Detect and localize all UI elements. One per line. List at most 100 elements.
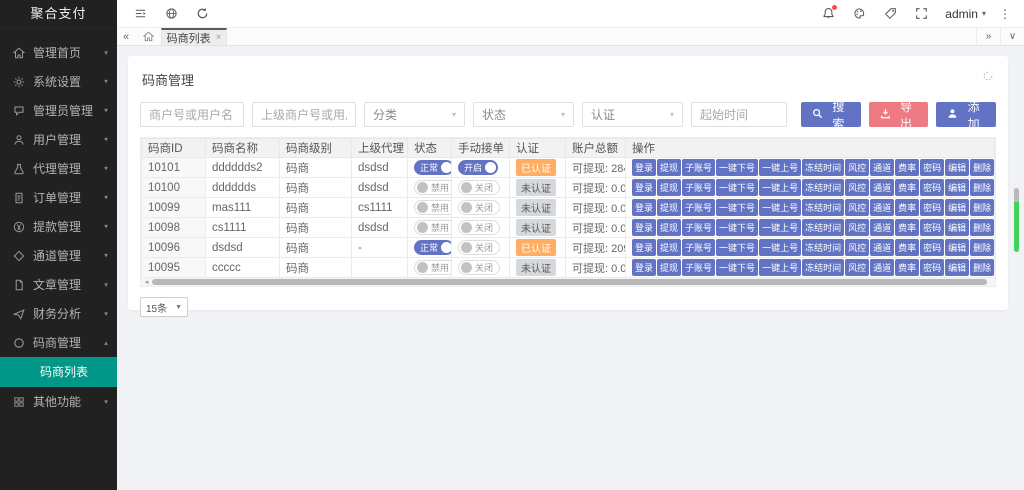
- status-toggle[interactable]: 禁用: [414, 200, 452, 215]
- sidebar-item[interactable]: 管理员管理▾: [0, 96, 117, 125]
- op-one-key-offline-button[interactable]: 一键下号: [716, 259, 758, 276]
- op-rate-button[interactable]: 费率: [895, 239, 919, 256]
- add-button[interactable]: 添加: [936, 102, 996, 127]
- op-edit-button[interactable]: 编辑: [945, 259, 969, 276]
- op-one-key-offline-button[interactable]: 一键下号: [716, 179, 758, 196]
- op-withdraw-button[interactable]: 提现: [657, 199, 681, 216]
- op-one-key-offline-button[interactable]: 一键下号: [716, 199, 758, 216]
- op-channel-button[interactable]: 通道: [870, 219, 894, 236]
- sidebar-item[interactable]: 提款管理▾: [0, 212, 117, 241]
- notification-bell-icon[interactable]: [813, 0, 844, 28]
- op-rate-button[interactable]: 费率: [895, 159, 919, 176]
- op-login-button[interactable]: 登录: [632, 159, 656, 176]
- tag-icon[interactable]: [875, 0, 906, 28]
- manual-order-toggle[interactable]: 关闭: [458, 220, 500, 235]
- tab-close-icon[interactable]: ×: [216, 32, 222, 43]
- status-toggle[interactable]: 禁用: [414, 220, 452, 235]
- op-withdraw-button[interactable]: 提现: [657, 179, 681, 196]
- user-menu[interactable]: admin ▾: [945, 7, 986, 21]
- horizontal-scrollbar-thumb[interactable]: [152, 279, 987, 285]
- op-edit-button[interactable]: 编辑: [945, 179, 969, 196]
- op-withdraw-button[interactable]: 提现: [657, 219, 681, 236]
- manual-order-toggle[interactable]: 关闭: [458, 260, 500, 275]
- vertical-scrollbar-thumb[interactable]: [1014, 202, 1019, 252]
- globe-icon[interactable]: [156, 0, 187, 28]
- auth-select[interactable]: 认证 ▾: [582, 102, 683, 127]
- theme-palette-icon[interactable]: [844, 0, 875, 28]
- page-size-select[interactable]: 15条 ▼: [140, 297, 188, 317]
- merchant-no-input[interactable]: [140, 102, 244, 127]
- sidebar-item[interactable]: 系统设置▾: [0, 67, 117, 96]
- category-select[interactable]: 分类 ▾: [364, 102, 465, 127]
- sidebar-item[interactable]: 文章管理▾: [0, 270, 117, 299]
- op-password-button[interactable]: 密码: [920, 159, 944, 176]
- op-withdraw-button[interactable]: 提现: [657, 239, 681, 256]
- sidebar-subitem-merchant-list[interactable]: 码商列表: [0, 357, 117, 387]
- op-risk-control-button[interactable]: 风控: [845, 199, 869, 216]
- op-one-key-offline-button[interactable]: 一键下号: [716, 239, 758, 256]
- op-one-key-offline-button[interactable]: 一键下号: [716, 159, 758, 176]
- op-password-button[interactable]: 密码: [920, 199, 944, 216]
- sidebar-item[interactable]: 代理管理▾: [0, 154, 117, 183]
- op-channel-button[interactable]: 通道: [870, 239, 894, 256]
- op-channel-button[interactable]: 通道: [870, 259, 894, 276]
- op-risk-control-button[interactable]: 风控: [845, 239, 869, 256]
- op-risk-control-button[interactable]: 风控: [845, 259, 869, 276]
- op-password-button[interactable]: 密码: [920, 179, 944, 196]
- op-edit-button[interactable]: 编辑: [945, 159, 969, 176]
- op-one-key-online-button[interactable]: 一键上号: [759, 239, 801, 256]
- op-risk-control-button[interactable]: 风控: [845, 159, 869, 176]
- op-one-key-online-button[interactable]: 一键上号: [759, 199, 801, 216]
- fullscreen-icon[interactable]: [906, 0, 937, 28]
- op-delete-button[interactable]: 删除: [970, 179, 994, 196]
- op-channel-button[interactable]: 通道: [870, 199, 894, 216]
- op-subaccount-button[interactable]: 子账号: [682, 259, 715, 276]
- tabs-menu-icon[interactable]: ∨: [1000, 28, 1024, 45]
- op-subaccount-button[interactable]: 子账号: [682, 199, 715, 216]
- op-risk-control-button[interactable]: 风控: [845, 179, 869, 196]
- sidebar-item[interactable]: 通道管理▾: [0, 241, 117, 270]
- home-tab-icon[interactable]: [135, 28, 161, 45]
- op-withdraw-button[interactable]: 提现: [657, 259, 681, 276]
- op-subaccount-button[interactable]: 子账号: [682, 179, 715, 196]
- op-rate-button[interactable]: 费率: [895, 259, 919, 276]
- op-password-button[interactable]: 密码: [920, 239, 944, 256]
- op-one-key-online-button[interactable]: 一键上号: [759, 219, 801, 236]
- more-vertical-icon[interactable]: ⋮: [994, 7, 1016, 21]
- op-password-button[interactable]: 密码: [920, 219, 944, 236]
- op-login-button[interactable]: 登录: [632, 199, 656, 216]
- op-freeze-time-button[interactable]: 冻结时间: [802, 159, 844, 176]
- op-rate-button[interactable]: 费率: [895, 199, 919, 216]
- export-button[interactable]: 导出: [869, 102, 929, 127]
- op-one-key-offline-button[interactable]: 一键下号: [716, 219, 758, 236]
- sidebar-item[interactable]: 管理首页▾: [0, 38, 117, 67]
- tab-active[interactable]: 码商列表 ×: [161, 28, 227, 45]
- op-delete-button[interactable]: 删除: [970, 199, 994, 216]
- op-freeze-time-button[interactable]: 冻结时间: [802, 259, 844, 276]
- op-freeze-time-button[interactable]: 冻结时间: [802, 179, 844, 196]
- op-risk-control-button[interactable]: 风控: [845, 219, 869, 236]
- op-withdraw-button[interactable]: 提现: [657, 159, 681, 176]
- parent-merchant-input[interactable]: [252, 102, 356, 127]
- op-freeze-time-button[interactable]: 冻结时间: [802, 239, 844, 256]
- sidebar-item[interactable]: 用户管理▾: [0, 125, 117, 154]
- op-delete-button[interactable]: 删除: [970, 159, 994, 176]
- op-rate-button[interactable]: 费率: [895, 219, 919, 236]
- op-channel-button[interactable]: 通道: [870, 179, 894, 196]
- tabs-scroll-left-icon[interactable]: «: [117, 28, 135, 45]
- op-subaccount-button[interactable]: 子账号: [682, 159, 715, 176]
- status-select[interactable]: 状态 ▾: [473, 102, 574, 127]
- manual-order-toggle[interactable]: 关闭: [458, 240, 500, 255]
- op-freeze-time-button[interactable]: 冻结时间: [802, 199, 844, 216]
- op-edit-button[interactable]: 编辑: [945, 199, 969, 216]
- card-refresh-icon[interactable]: [982, 69, 994, 87]
- manual-order-toggle[interactable]: 关闭: [458, 200, 500, 215]
- op-one-key-online-button[interactable]: 一键上号: [759, 159, 801, 176]
- collapse-menu-icon[interactable]: [125, 0, 156, 28]
- status-toggle[interactable]: 禁用: [414, 180, 452, 195]
- op-delete-button[interactable]: 删除: [970, 259, 994, 276]
- op-delete-button[interactable]: 删除: [970, 239, 994, 256]
- tabs-scroll-right-icon[interactable]: »: [976, 28, 1000, 45]
- op-subaccount-button[interactable]: 子账号: [682, 239, 715, 256]
- op-login-button[interactable]: 登录: [632, 179, 656, 196]
